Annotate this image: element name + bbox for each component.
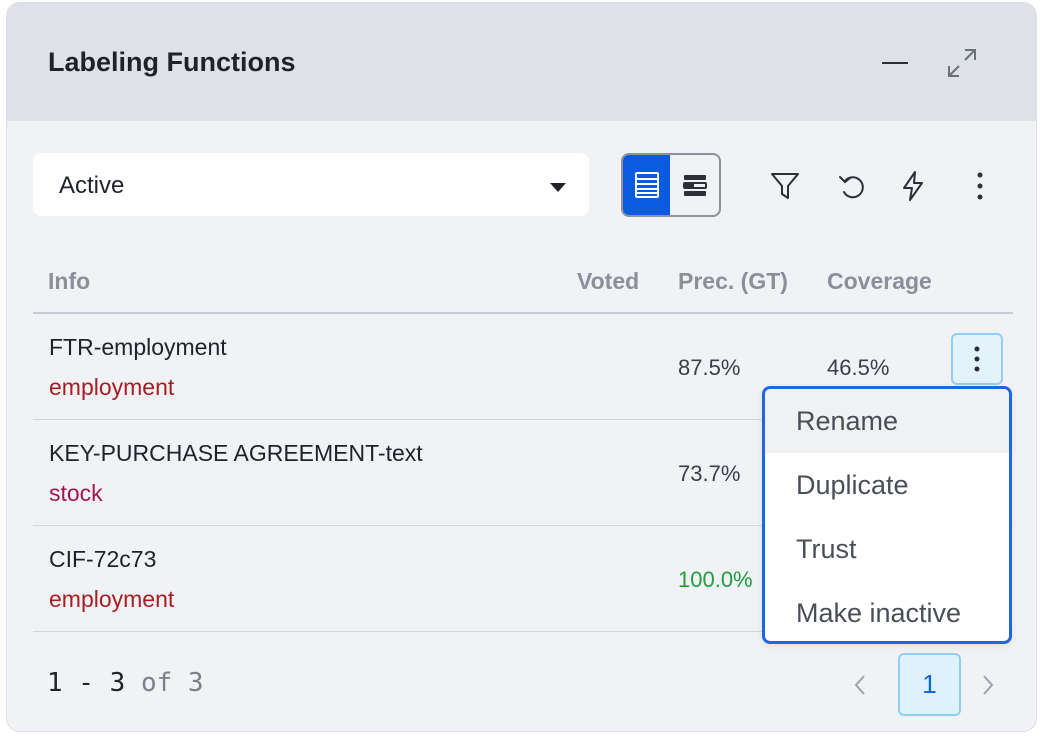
panel-title: Labeling Functions [48,47,296,77]
expand-icon[interactable] [944,45,980,81]
minimize-icon[interactable] [877,45,913,81]
lf-label: stock [49,480,103,506]
lf-name: CIF-72c73 [49,546,157,572]
card-view-icon [682,175,707,196]
column-header-voted[interactable]: Voted [577,268,639,295]
row-actions-button[interactable] [951,333,1003,385]
next-page-icon[interactable] [973,670,1003,700]
more-vertical-icon [974,346,980,372]
column-header-coverage[interactable]: Coverage [827,268,932,295]
table-view-icon [634,172,659,198]
lf-name: KEY-PURCHASE AGREEMENT-text [49,440,423,466]
more-vertical-icon[interactable] [960,166,1000,206]
row-actions-menu: Rename Duplicate Trust Make inactive [762,386,1012,644]
menu-item-duplicate[interactable]: Duplicate [765,453,1009,517]
column-header-info[interactable]: Info [48,268,90,295]
lf-precision: 73.7% [678,461,741,486]
card-view-button[interactable] [670,155,719,215]
status-filter-select[interactable]: Active [33,153,589,216]
lf-name: FTR-employment [49,334,227,360]
lf-label: employment [49,374,175,400]
table-view-button[interactable] [623,155,671,215]
lf-label: employment [49,586,175,612]
panel-header: Labeling Functions [7,3,1036,121]
lf-coverage: 46.5% [827,355,890,380]
pagination-summary: 1 - 3 of 3 [47,668,204,698]
pagination-range: 1 - 3 [47,668,126,698]
caret-down-icon [549,180,567,198]
menu-item-trust[interactable]: Trust [765,517,1009,581]
prev-page-icon[interactable] [845,670,875,700]
lightning-icon[interactable] [893,166,933,206]
menu-item-rename[interactable]: Rename [765,389,1009,453]
lf-precision: 100.0% [678,567,753,592]
menu-item-make-inactive[interactable]: Make inactive [765,581,1009,641]
view-mode-toggle [621,153,721,217]
column-header-precision[interactable]: Prec. (GT) [678,268,788,295]
pagination-total: of 3 [140,668,204,698]
filter-icon[interactable] [765,166,805,206]
refresh-icon[interactable] [831,166,871,206]
status-filter-value: Active [59,172,125,199]
lf-precision: 87.5% [678,355,741,380]
page-button-current[interactable]: 1 [898,653,961,716]
